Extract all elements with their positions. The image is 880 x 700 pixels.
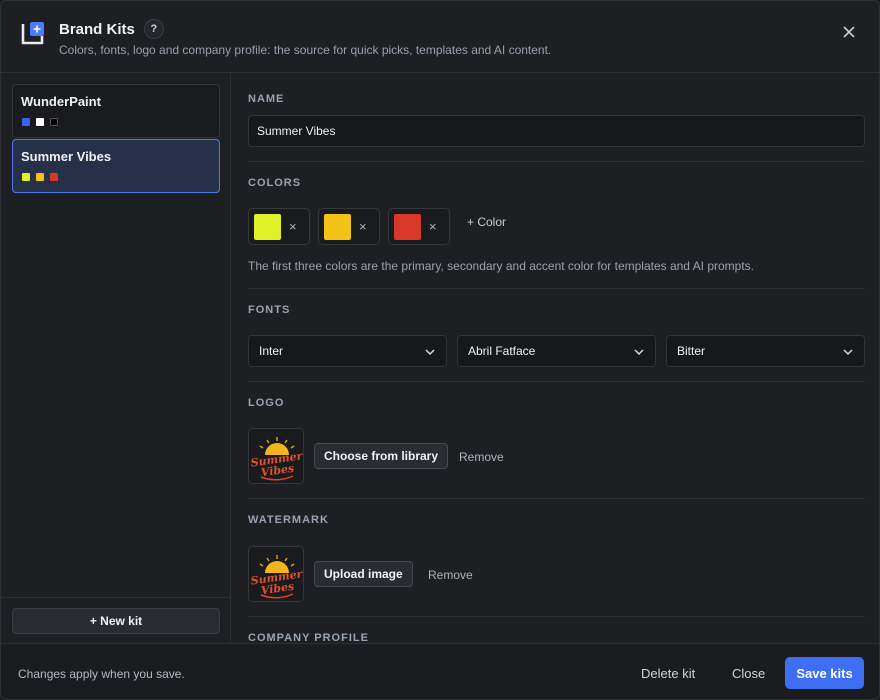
remove-color-icon[interactable]: × [289, 219, 297, 234]
swatch [50, 173, 58, 181]
close-button[interactable]: Close [732, 666, 765, 681]
help-icon[interactable]: ? [143, 19, 164, 39]
swatch [22, 118, 30, 126]
colors-hint: The first three colors are the primary, … [248, 259, 755, 273]
remove-logo-button[interactable]: Remove [459, 450, 504, 464]
save-kits-button[interactable]: Save kits [785, 657, 864, 689]
chevron-down-icon [634, 349, 644, 356]
color-swatch[interactable] [254, 214, 281, 240]
colors-section-label: COLORS [248, 177, 302, 189]
sidebar-footer: + New kit [1, 597, 230, 643]
dialog-subtitle: Colors, fonts, logo and company profile:… [59, 43, 552, 57]
dialog-footer: Changes apply when you save. Delete kit … [1, 643, 879, 699]
kit-swatches [22, 173, 58, 181]
color-chip[interactable]: × [318, 208, 380, 245]
kit-sidebar: WunderPaint Summer Vibes + New kit [1, 73, 231, 643]
kit-editor: NAME Summer Vibes COLORS × × × + Color T… [248, 73, 865, 643]
name-section-label: NAME [248, 93, 285, 105]
new-kit-button[interactable]: + New kit [12, 608, 220, 634]
divider [248, 288, 865, 289]
kit-swatches [22, 118, 58, 126]
remove-color-icon[interactable]: × [429, 219, 437, 234]
chevron-down-icon [843, 349, 853, 356]
kit-name-input[interactable]: Summer Vibes [248, 115, 865, 147]
color-swatch[interactable] [394, 214, 421, 240]
font-select-value: Bitter [677, 344, 706, 358]
font-select-accent[interactable]: Bitter [666, 335, 865, 367]
font-select-secondary[interactable]: Abril Fatface [457, 335, 656, 367]
kit-name: Summer Vibes [21, 149, 112, 164]
company-profile-section-label: COMPANY PROFILE [248, 632, 369, 643]
brand-kit-icon [21, 22, 44, 45]
choose-from-library-button[interactable]: Choose from library [314, 443, 449, 469]
color-swatch[interactable] [324, 214, 351, 240]
chevron-down-icon [425, 349, 435, 356]
close-icon[interactable] [839, 22, 859, 42]
add-color-button[interactable]: + Color [467, 215, 506, 229]
remove-color-icon[interactable]: × [359, 219, 367, 234]
summer-vibes-watermark: Summer Vibes [249, 547, 303, 601]
upload-image-button[interactable]: Upload image [314, 561, 413, 587]
swatch [22, 173, 30, 181]
divider [248, 616, 865, 617]
swatch [50, 118, 58, 126]
summer-vibes-logo: Summer Vibes [249, 429, 303, 483]
save-note: Changes apply when you save. [18, 667, 185, 681]
delete-kit-button[interactable]: Delete kit [641, 666, 695, 681]
logo-thumbnail: Summer Vibes [248, 428, 304, 484]
watermark-thumbnail: Summer Vibes [248, 546, 304, 602]
font-select-primary[interactable]: Inter [248, 335, 447, 367]
kit-item-wunderpaint[interactable]: WunderPaint [12, 84, 220, 138]
swatch [36, 173, 44, 181]
brand-kits-dialog: Brand Kits ? Colors, fonts, logo and com… [0, 0, 880, 700]
kit-item-summer-vibes[interactable]: Summer Vibes [12, 139, 220, 193]
color-chip[interactable]: × [248, 208, 310, 245]
logo-section-label: LOGO [248, 397, 285, 409]
color-chip[interactable]: × [388, 208, 450, 245]
dialog-header: Brand Kits ? Colors, fonts, logo and com… [1, 1, 879, 73]
font-select-value: Inter [259, 344, 284, 358]
kit-name: WunderPaint [21, 94, 101, 109]
swatch [36, 118, 44, 126]
watermark-section-label: WATERMARK [248, 514, 329, 526]
font-select-value: Abril Fatface [468, 344, 536, 358]
divider [248, 498, 865, 499]
remove-watermark-button[interactable]: Remove [428, 568, 473, 582]
dialog-title: Brand Kits [59, 20, 135, 38]
fonts-section-label: FONTS [248, 304, 291, 316]
divider [248, 381, 865, 382]
divider [248, 161, 865, 162]
